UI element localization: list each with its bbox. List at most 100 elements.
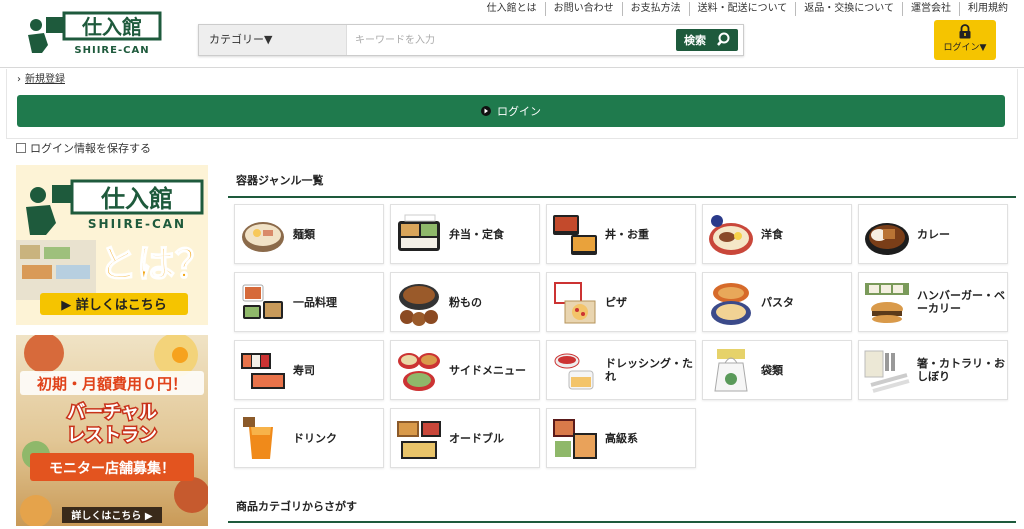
top-link[interactable]: 送料・配送について — [688, 2, 796, 16]
genre-item[interactable]: サイドメニュー — [390, 340, 540, 400]
logo-text: 仕入館 — [81, 15, 142, 39]
category-select[interactable]: カテゴリー▼ — [199, 25, 347, 55]
genre-item[interactable]: カレー — [858, 204, 1008, 264]
premium-box-icon — [553, 419, 597, 459]
register-link[interactable]: › 新規登録 — [17, 70, 65, 85]
genre-item-label: サイドメニュー — [449, 363, 526, 377]
logo[interactable]: 仕入館 SHIIRE-CAN — [24, 9, 164, 59]
noodle-bowl-icon — [242, 222, 284, 252]
genre-item[interactable]: ドレッシング・たれ — [546, 340, 696, 400]
genre-item-label: ハンバーガー・ベーカリー — [917, 289, 1005, 315]
genre-item[interactable]: 袋類 — [702, 340, 852, 400]
dish-icon — [242, 284, 283, 319]
genre-item-label: 麺類 — [293, 227, 315, 241]
register-link-label: 新規登録 — [25, 74, 65, 85]
curry-icon — [865, 223, 909, 255]
top-link[interactable]: 返品・交換について — [795, 2, 902, 16]
search-button[interactable]: 検索 — [676, 29, 738, 51]
bento-icon — [398, 214, 440, 251]
genre-item-label: オードブル — [449, 431, 504, 445]
remember-login[interactable]: ログイン情報を保存する — [16, 140, 151, 156]
banner1-logo-text: 仕入館 — [100, 185, 173, 213]
banner1-logo-sub: SHIIRE-CAN — [88, 217, 186, 231]
category-section-title: 商品カテゴリからさがす — [236, 500, 357, 513]
genre-item[interactable]: 弁当・定食 — [390, 204, 540, 264]
banner2-line4: モニター店舗募集！ — [49, 460, 175, 477]
cutlery-icon — [864, 350, 910, 393]
site-header: 仕入館 SHIIRE-CAN 仕入館とは お問い合わせ お支払方法 送料・配送について… — [0, 0, 1024, 68]
genre-item-label: ドレッシング・たれ — [605, 357, 693, 383]
banner1-button[interactable]: ▶ 詳しくはこちら — [61, 297, 167, 313]
banner2-line1: 初期・月額費用０円！ — [37, 375, 187, 393]
genre-item-label: 弁当・定食 — [449, 227, 504, 241]
genre-section-divider — [228, 196, 1016, 198]
banner2-line3: レストラン — [67, 425, 157, 446]
genre-item-label: 箸・カトラリ・おしぼり — [917, 357, 1005, 383]
genre-item-label: カレー — [917, 227, 950, 241]
genre-item[interactable]: 麺類 — [234, 204, 384, 264]
bag-icon — [714, 349, 748, 392]
about-banner[interactable]: 仕入館 SHIIRE-CAN とは？ ▶ 詳しくはこちら — [16, 165, 208, 325]
top-link[interactable]: 仕入館とは — [479, 2, 545, 16]
login-button-label: ログイン — [497, 105, 541, 118]
konamono-icon — [399, 284, 439, 326]
genre-item[interactable]: ピザ — [546, 272, 696, 332]
banner1-headline: とは？ — [99, 242, 208, 286]
sushi-icon — [241, 353, 285, 389]
top-link[interactable]: お支払方法 — [621, 2, 689, 16]
category-section-divider — [228, 521, 1016, 523]
genre-item-label: 丼・お重 — [605, 227, 649, 241]
login-panel: › 新規登録 ログイン — [6, 69, 1018, 139]
banner2-line2: バーチャル — [67, 402, 157, 423]
top-link[interactable]: お問い合わせ — [544, 2, 622, 16]
logo-sub: SHIIRE-CAN — [74, 45, 149, 56]
platter-icon — [397, 421, 441, 459]
western-food-icon — [709, 215, 753, 255]
genre-item[interactable]: 粉もの — [390, 272, 540, 332]
pasta-icon — [711, 283, 751, 325]
genre-section-title: 容器ジャンル一覧 — [236, 174, 324, 187]
genre-item-label: 袋類 — [761, 363, 783, 377]
genre-item-label: 洋食 — [761, 227, 783, 241]
search-bar: カテゴリー▼ 検索 — [198, 24, 744, 56]
header-login-button[interactable]: ログイン▼ — [934, 20, 996, 60]
top-link[interactable]: 運営会社 — [902, 2, 959, 16]
dressing-icon — [554, 353, 594, 390]
genre-item-label: ドリンク — [293, 431, 337, 445]
genre-item[interactable]: 丼・お重 — [546, 204, 696, 264]
genre-item-label: 寿司 — [293, 363, 315, 377]
genre-item-label: 粉もの — [449, 295, 482, 309]
arrow-circle-icon — [481, 106, 491, 116]
top-link[interactable]: 利用規約 — [959, 2, 1016, 16]
drink-icon — [243, 417, 273, 459]
chevron-right-icon: › — [17, 74, 21, 85]
burger-icon — [865, 283, 909, 323]
genre-item[interactable]: パスタ — [702, 272, 852, 332]
header-login-label: ログイン▼ — [943, 43, 987, 53]
genre-item[interactable]: 寿司 — [234, 340, 384, 400]
top-links: 仕入館とは お問い合わせ お支払方法 送料・配送について 返品・交換について 運営会社 利用… — [479, 2, 1016, 16]
genre-item-label: パスタ — [761, 295, 794, 309]
donburi-icon — [553, 215, 597, 255]
genre-item[interactable]: 高級系 — [546, 408, 696, 468]
genre-item[interactable]: ハンバーガー・ベーカリー — [858, 272, 1008, 332]
search-input[interactable] — [351, 27, 671, 53]
genre-item[interactable]: 一品料理 — [234, 272, 384, 332]
genre-item[interactable]: オードブル — [390, 408, 540, 468]
genre-item-label: 一品料理 — [293, 295, 337, 309]
remember-checkbox[interactable] — [16, 143, 26, 153]
virtual-restaurant-banner[interactable]: 初期・月額費用０円！ バーチャル レストラン モニター店舗募集！ 詳しくはこちら… — [16, 335, 208, 526]
genre-item-label: ピザ — [605, 295, 627, 309]
genre-item[interactable]: 洋食 — [702, 204, 852, 264]
genre-item[interactable]: 箸・カトラリ・おしぼり — [858, 340, 1008, 400]
pizza-icon — [554, 282, 596, 324]
side-menu-icon — [398, 353, 440, 391]
remember-label: ログイン情報を保存する — [30, 142, 151, 155]
banner2-button[interactable]: 詳しくはこちら ▶ — [71, 509, 152, 522]
search-button-label: 検索 — [684, 34, 706, 47]
search-icon — [717, 32, 730, 46]
genre-item[interactable]: ドリンク — [234, 408, 384, 468]
lock-icon — [959, 24, 971, 39]
login-button[interactable]: ログイン — [17, 95, 1005, 127]
genre-item-label: 高級系 — [605, 431, 638, 445]
